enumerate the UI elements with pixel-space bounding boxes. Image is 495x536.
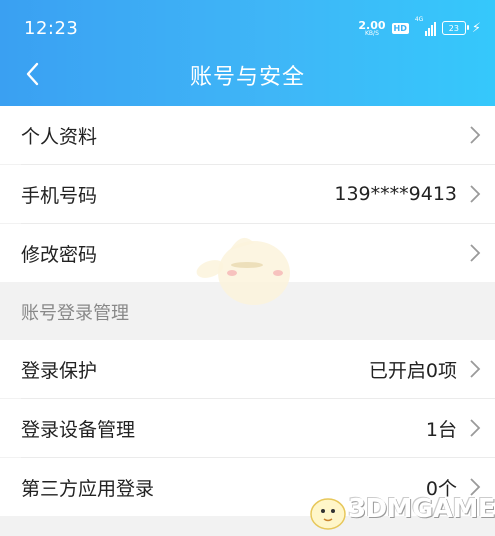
signal-icon: 4G — [415, 16, 436, 36]
chevron-right-icon — [470, 126, 481, 144]
phone-row[interactable]: 手机号码 139****9413 — [0, 165, 495, 223]
charging-icon: ⚡ — [471, 20, 481, 36]
hd-icon: HD — [391, 22, 409, 34]
phone-label: 手机号码 — [21, 184, 98, 207]
mascot-watermark-icon — [196, 237, 290, 305]
chevron-right-icon — [470, 360, 481, 378]
third-party-login-label: 第三方应用登录 — [21, 477, 155, 500]
login-protection-label: 登录保护 — [21, 359, 98, 382]
status-bar: 12:23 2.00 KB/S HD 4G 23 ⚡ — [0, 0, 495, 56]
login-devices-value: 1台 — [425, 418, 457, 441]
change-password-label: 修改密码 — [21, 243, 98, 266]
chevron-right-icon — [470, 185, 481, 203]
login-devices-label: 登录设备管理 — [21, 418, 136, 441]
phone-value: 139****9413 — [334, 183, 457, 205]
network-type: 4G — [414, 16, 424, 23]
header: 12:23 2.00 KB/S HD 4G 23 ⚡ 账号与安全 — [0, 0, 495, 106]
network-speed: 2.00 KB/S — [358, 20, 385, 37]
watermark-mascot-icon — [310, 498, 346, 530]
status-icons: 2.00 KB/S HD 4G 23 ⚡ — [358, 16, 481, 40]
battery-level: 23 — [448, 23, 459, 33]
login-protection-row[interactable]: 登录保护 已开启0项 — [0, 340, 495, 398]
network-speed-value: 2.00 — [358, 18, 386, 32]
page-title: 账号与安全 — [189, 65, 305, 90]
profile-label: 个人资料 — [21, 125, 98, 148]
watermark-text: 3DMGAME — [348, 494, 495, 524]
login-protection-value: 已开启0项 — [368, 359, 457, 382]
section-label: 账号登录管理 — [21, 303, 129, 324]
watermark: 3DMGAME — [306, 484, 495, 536]
profile-row[interactable]: 个人资料 — [0, 106, 495, 164]
network-speed-unit: KB/S — [365, 29, 379, 37]
login-devices-row[interactable]: 登录设备管理 1台 — [0, 399, 495, 457]
battery-icon: 23 — [441, 21, 469, 35]
chevron-right-icon — [470, 419, 481, 437]
chevron-right-icon — [470, 244, 481, 262]
status-time: 12:23 — [24, 18, 79, 39]
